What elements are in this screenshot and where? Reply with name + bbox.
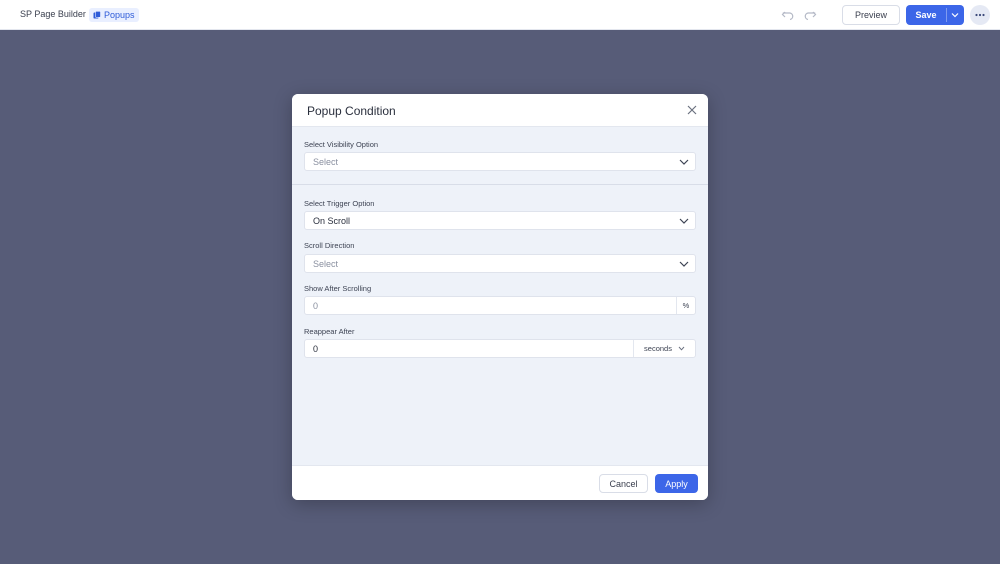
popup-condition-modal: Popup Condition Select Visibility Option… bbox=[292, 94, 708, 500]
top-toolbar: SP Page Builder Popups Preview Save bbox=[0, 0, 1000, 30]
percent-unit: % bbox=[676, 297, 695, 314]
save-divider bbox=[946, 8, 947, 22]
undo-icon[interactable] bbox=[781, 9, 795, 21]
visibility-label: Select Visibility Option bbox=[304, 140, 379, 149]
visibility-placeholder: Select bbox=[313, 157, 339, 167]
save-button-group: Save bbox=[906, 5, 964, 25]
chevron-down-icon[interactable] bbox=[950, 10, 960, 20]
trigger-label: Select Trigger Option bbox=[304, 199, 375, 208]
preview-button[interactable]: Preview bbox=[842, 5, 900, 25]
page-icon bbox=[93, 11, 101, 19]
save-button[interactable]: Save bbox=[906, 5, 946, 25]
reappear-unit-select[interactable]: seconds bbox=[633, 340, 695, 357]
app-title: SP Page Builder bbox=[20, 9, 86, 19]
chevron-down-icon bbox=[678, 346, 685, 351]
trigger-select[interactable]: On Scroll bbox=[304, 211, 696, 230]
apply-button[interactable]: Apply bbox=[655, 474, 698, 493]
show-after-input[interactable]: 0 % bbox=[304, 296, 696, 315]
show-after-label: Show After Scrolling bbox=[304, 284, 372, 293]
redo-icon[interactable] bbox=[803, 9, 817, 21]
chevron-down-icon bbox=[679, 261, 689, 267]
scroll-direction-label: Scroll Direction bbox=[304, 241, 355, 250]
scroll-direction-select[interactable]: Select bbox=[304, 254, 696, 273]
section-tag[interactable]: Popups bbox=[89, 8, 139, 22]
cancel-button[interactable]: Cancel bbox=[599, 474, 648, 493]
close-icon[interactable] bbox=[686, 104, 698, 116]
reappear-label: Reappear After bbox=[304, 327, 355, 336]
reappear-unit: seconds bbox=[644, 344, 672, 353]
visibility-select[interactable]: Select bbox=[304, 152, 696, 171]
section-tag-label: Popups bbox=[104, 10, 135, 20]
modal-header: Popup Condition bbox=[292, 94, 708, 127]
modal-footer: Cancel Apply bbox=[292, 465, 708, 500]
chevron-down-icon bbox=[679, 159, 689, 165]
trigger-value: On Scroll bbox=[313, 216, 351, 226]
scroll-direction-placeholder: Select bbox=[313, 259, 339, 269]
more-options-button[interactable] bbox=[970, 5, 990, 25]
show-after-placeholder: 0 bbox=[313, 301, 319, 311]
section-divider bbox=[292, 184, 708, 185]
more-dots-icon bbox=[975, 13, 985, 17]
chevron-down-icon bbox=[679, 218, 689, 224]
modal-title: Popup Condition bbox=[307, 104, 396, 118]
reappear-input[interactable]: 0 seconds bbox=[304, 339, 696, 358]
reappear-value: 0 bbox=[313, 344, 319, 354]
